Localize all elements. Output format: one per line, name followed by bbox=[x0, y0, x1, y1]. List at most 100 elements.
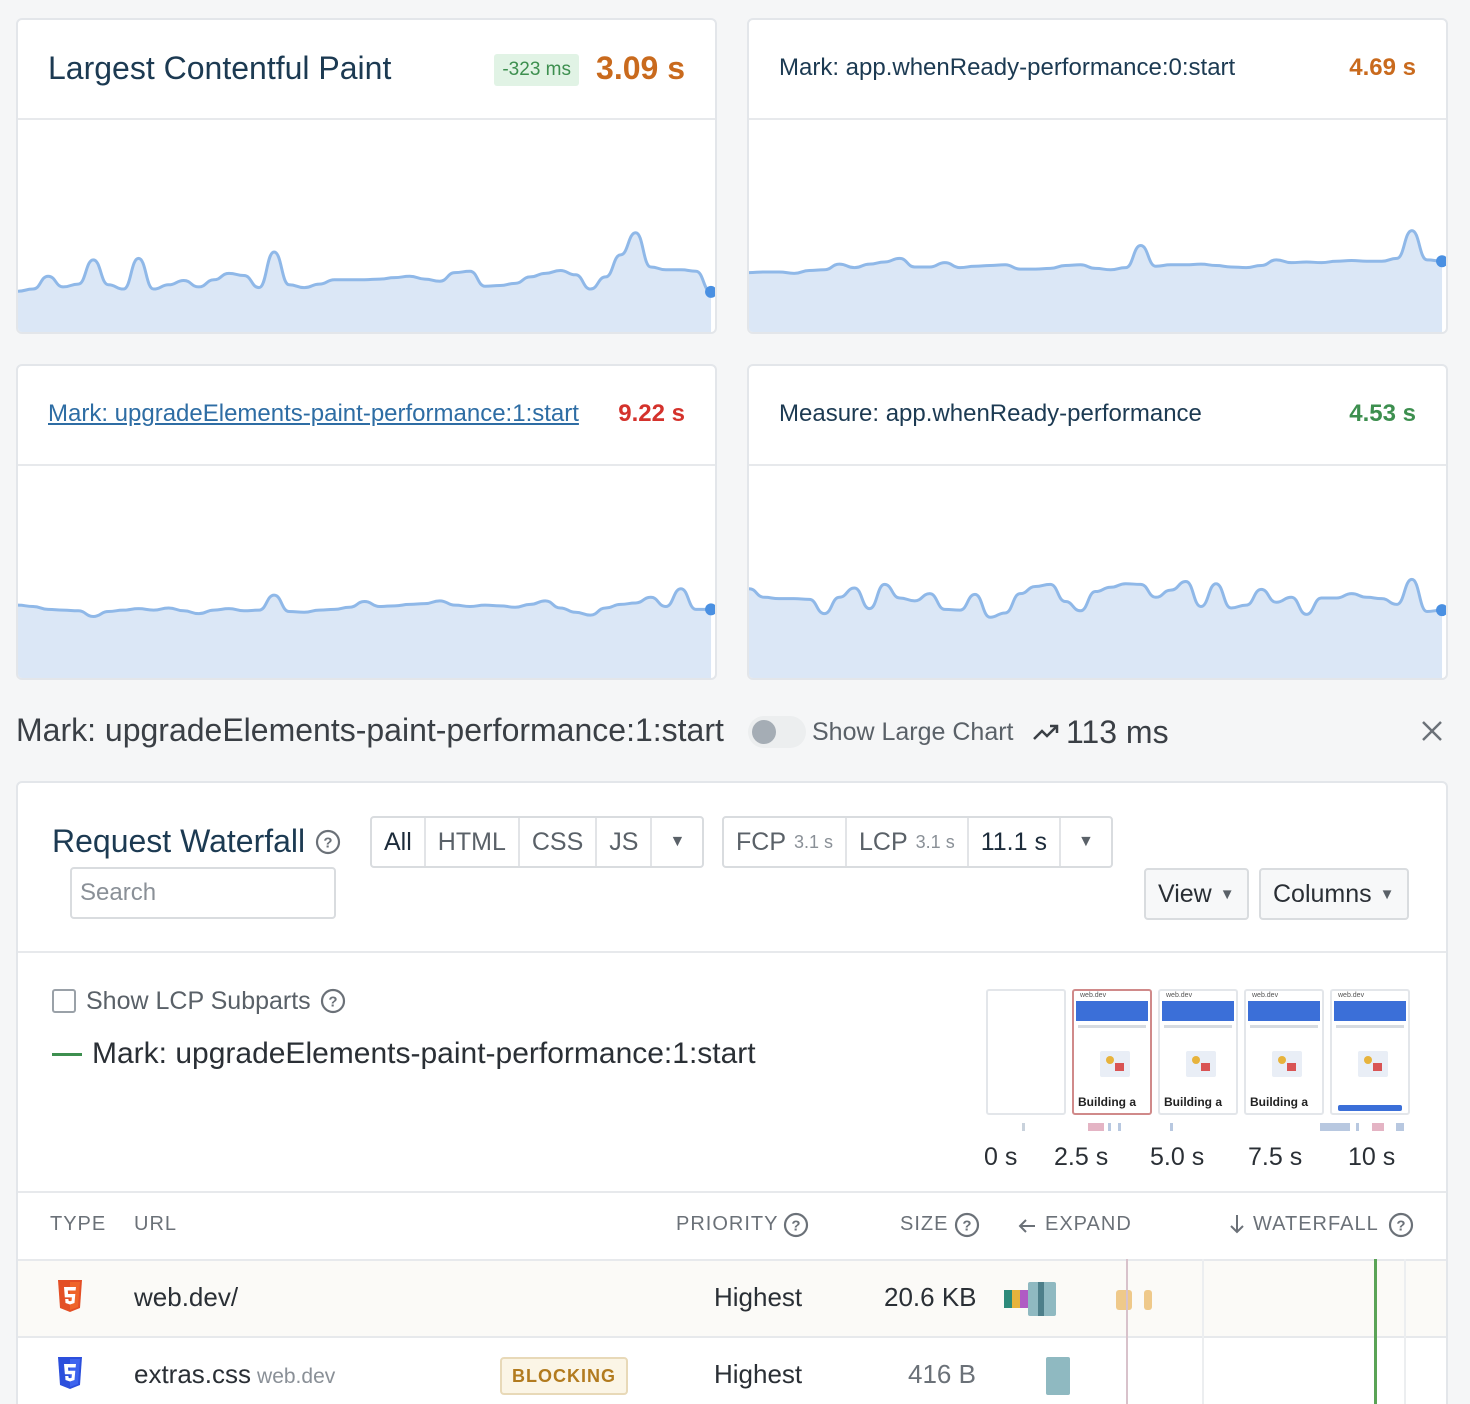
sparkline-chart bbox=[18, 231, 715, 332]
marker-fcp[interactable]: FCP 3.1 s bbox=[724, 818, 848, 866]
sparkline-chart bbox=[18, 587, 715, 678]
request-tick bbox=[1320, 1123, 1350, 1131]
bar-segment bbox=[1020, 1290, 1028, 1308]
column-header-waterfall[interactable]: WATERFALL bbox=[1253, 1213, 1379, 1236]
type-filter-group: All HTML CSS JS ▼ bbox=[370, 816, 705, 868]
lcp-subparts-checkbox[interactable] bbox=[52, 989, 76, 1013]
help-icon[interactable]: ? bbox=[320, 988, 346, 1014]
card-title-link[interactable]: Mark: upgradeElements-paint-performance:… bbox=[48, 400, 579, 428]
toggle-label[interactable]: Show Large Chart bbox=[812, 718, 1014, 747]
filter-all[interactable]: All bbox=[372, 818, 426, 866]
column-header-size[interactable]: SIZE bbox=[900, 1213, 948, 1236]
help-icon[interactable]: ? bbox=[1388, 1212, 1414, 1238]
frame-caption: Building a bbox=[1078, 1095, 1136, 1109]
help-icon[interactable]: ? bbox=[783, 1212, 809, 1238]
row-url[interactable]: web.dev/ bbox=[134, 1282, 238, 1313]
request-bar[interactable] bbox=[1046, 1357, 1070, 1395]
timeline-label: 7.5 s bbox=[1248, 1143, 1303, 1171]
request-waterfall-card: Request Waterfall ? All HTML CSS JS ▼ FC… bbox=[16, 781, 1448, 1404]
bar-segment bbox=[1012, 1290, 1020, 1308]
help-icon[interactable]: ? bbox=[954, 1212, 980, 1238]
frame-line bbox=[1164, 1025, 1232, 1028]
column-header-type[interactable]: TYPE bbox=[50, 1213, 106, 1236]
request-bar[interactable] bbox=[1004, 1282, 1056, 1316]
filter-html[interactable]: HTML bbox=[426, 818, 520, 866]
frame-site: web.dev bbox=[1252, 992, 1279, 999]
render-marker bbox=[1116, 1290, 1132, 1310]
filmstrip-frame[interactable]: web.dev Building a bbox=[1158, 989, 1238, 1115]
css3-icon bbox=[58, 1357, 82, 1389]
card-title: Mark: app.whenReady-performance:0:start bbox=[779, 54, 1236, 81]
filter-js[interactable]: JS bbox=[597, 818, 653, 866]
marker-lcp[interactable]: LCP 3.1 s bbox=[847, 818, 969, 866]
row-priority: Highest bbox=[714, 1282, 803, 1312]
request-tick bbox=[1396, 1123, 1404, 1131]
row-url[interactable]: extras.css web.dev bbox=[134, 1359, 335, 1390]
frame-caption: Building a bbox=[1250, 1095, 1308, 1109]
frame-site: web.dev bbox=[1080, 992, 1107, 999]
detail-title: Mark: upgradeElements-paint-performance:… bbox=[16, 712, 724, 748]
url-text: extras.css bbox=[134, 1359, 252, 1389]
table-row[interactable]: web.dev/ Highest 20.6 KB bbox=[18, 1261, 1446, 1337]
legend-marker-line bbox=[1374, 1259, 1377, 1404]
svg-text:?: ? bbox=[962, 1218, 971, 1235]
card-value: 4.69 s bbox=[1349, 54, 1416, 81]
sparkline-chart bbox=[749, 229, 1446, 332]
waterfall-title: Request Waterfall bbox=[52, 823, 306, 859]
metric-card-measure-whenready[interactable]: Measure: app.whenReady-performance 4.53 … bbox=[747, 364, 1448, 680]
lcp-subparts-label[interactable]: Show LCP Subparts bbox=[86, 987, 311, 1016]
filter-css[interactable]: CSS bbox=[520, 818, 598, 866]
render-marker bbox=[1144, 1290, 1152, 1310]
chevron-down-icon: ▼ bbox=[1219, 885, 1235, 903]
view-button[interactable]: View ▼ bbox=[1144, 868, 1249, 920]
column-header-priority[interactable]: PRIORITY bbox=[676, 1213, 778, 1236]
filmstrip-frame-blank[interactable] bbox=[986, 989, 1066, 1115]
url-text: web.dev/ bbox=[134, 1282, 239, 1312]
frame-line bbox=[1336, 1025, 1404, 1028]
sparkline-area bbox=[749, 579, 1443, 678]
metric-card-mark-upgrade[interactable]: Mark: upgradeElements-paint-performance:… bbox=[16, 364, 717, 680]
legend-swatch bbox=[52, 1053, 82, 1056]
row-size: 416 B bbox=[908, 1359, 976, 1389]
metric-card-mark-whenready[interactable]: Mark: app.whenReady-performance:0:start … bbox=[747, 18, 1448, 334]
filmstrip-frame[interactable]: web.dev Building a bbox=[1244, 989, 1324, 1115]
time-range-dropdown[interactable]: ▼ bbox=[1061, 818, 1111, 866]
card-title: Largest Contentful Paint bbox=[48, 50, 392, 86]
frame-banner bbox=[1076, 1001, 1148, 1021]
chevron-down-icon: ▼ bbox=[669, 833, 686, 850]
bar-segment bbox=[1004, 1290, 1012, 1308]
svg-text:?: ? bbox=[791, 1218, 800, 1235]
help-icon[interactable]: ? bbox=[315, 829, 341, 855]
column-header-url[interactable]: URL bbox=[134, 1213, 177, 1236]
legend-label: Mark: upgradeElements-paint-performance:… bbox=[92, 1037, 756, 1070]
timeline-label: 0 s bbox=[984, 1143, 1018, 1171]
frame-line bbox=[1250, 1025, 1318, 1028]
large-chart-toggle[interactable] bbox=[748, 716, 806, 748]
lcp-marker-line bbox=[1126, 1259, 1128, 1404]
frame-line bbox=[1078, 1025, 1146, 1028]
sparkline-area bbox=[749, 230, 1443, 332]
delta-badge: -323 ms bbox=[494, 54, 579, 86]
close-icon[interactable] bbox=[1420, 719, 1444, 743]
filmstrip-frame[interactable]: web.dev Building a bbox=[1072, 989, 1152, 1115]
end-time[interactable]: 11.1 s bbox=[969, 818, 1061, 866]
table-row[interactable]: extras.css web.dev BLOCKING Highest 416 B bbox=[18, 1338, 1446, 1404]
expand-button[interactable]: EXPAND bbox=[1045, 1213, 1132, 1236]
frame-banner bbox=[1334, 1001, 1406, 1021]
frame-illustration bbox=[1358, 1051, 1388, 1077]
metric-card-lcp[interactable]: Largest Contentful Paint -323 ms 3.09 s bbox=[16, 18, 717, 334]
frame-banner bbox=[1248, 1001, 1320, 1021]
request-tick bbox=[1022, 1123, 1025, 1131]
card-value: 4.53 s bbox=[1349, 400, 1416, 427]
svg-text:?: ? bbox=[323, 835, 332, 852]
request-tick bbox=[1118, 1123, 1121, 1131]
search-input[interactable] bbox=[70, 867, 336, 919]
sparkline-area bbox=[18, 232, 712, 332]
frame-site: web.dev bbox=[1166, 992, 1193, 999]
frame-illustration bbox=[1100, 1051, 1130, 1077]
filmstrip-frame[interactable]: web.dev bbox=[1330, 989, 1410, 1115]
frame-caption: Building a bbox=[1164, 1095, 1222, 1109]
columns-label: Columns bbox=[1273, 879, 1372, 908]
filter-more-dropdown[interactable]: ▼ bbox=[652, 818, 702, 866]
columns-button[interactable]: Columns ▼ bbox=[1259, 868, 1409, 920]
